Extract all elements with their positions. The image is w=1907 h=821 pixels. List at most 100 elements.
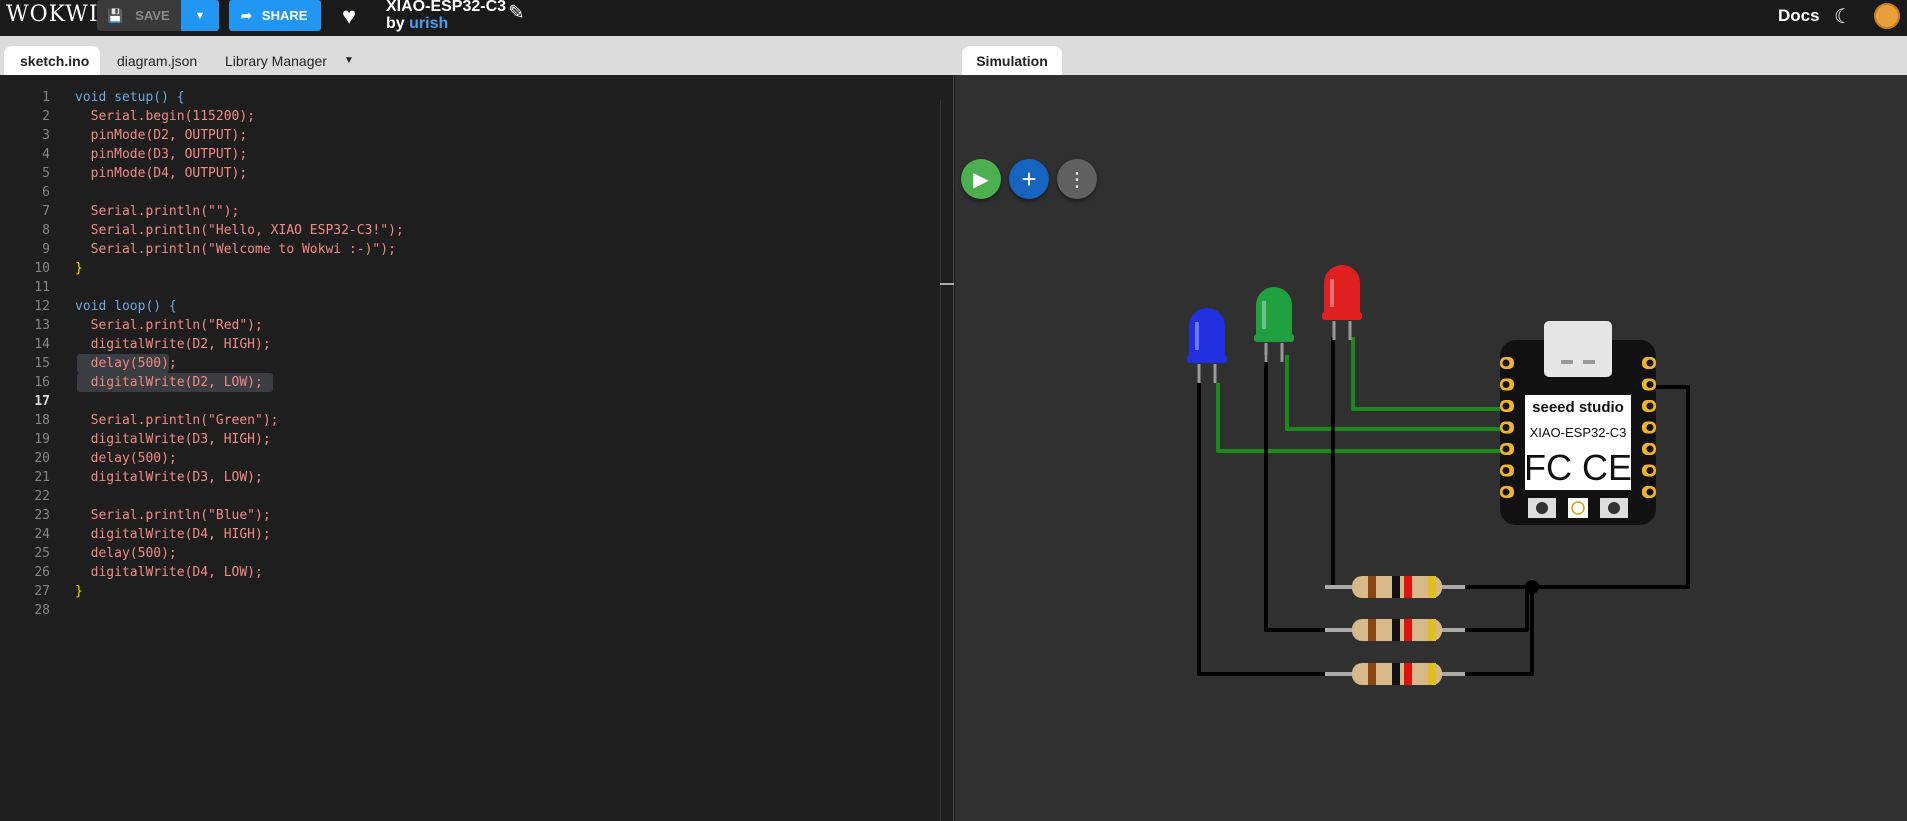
editor-scrollbar[interactable] [940,100,941,821]
line-number: 9 [42,242,50,257]
line-number: 11 [34,280,50,295]
led-blue[interactable] [1187,308,1227,383]
code-line[interactable]: 13 Serial.println("Red"); [0,316,940,335]
code-line[interactable]: 22 [0,487,940,506]
code-line[interactable]: 20 delay(500); [0,449,940,468]
caret-down-icon: ▼ [194,9,206,22]
code-line[interactable]: 5 pinMode(D4, OUTPUT); [0,164,940,183]
pencil-icon[interactable]: ✎ [508,0,525,25]
tab-simulation[interactable]: Simulation [962,46,1062,75]
code-line[interactable]: 28 [0,601,940,620]
code-line[interactable]: 8 Serial.println("Hello, XIAO ESP32-C3!"… [0,221,940,240]
line-number: 3 [42,128,50,143]
circuit-diagram: seeed studio XIAO-ESP32-C3 FC CE [1187,265,1690,685]
moon-icon[interactable]: ☾ [1834,4,1852,29]
code-line[interactable]: 26 digitalWrite(D4, LOW); [0,563,940,582]
avatar[interactable] [1874,3,1900,29]
line-number: 13 [34,318,50,333]
line-number: 21 [34,470,50,485]
code-line[interactable]: 24 digitalWrite(D4, HIGH); [0,525,940,544]
share-icon: ➦ [241,7,252,23]
tab-diagram-json[interactable]: diagram.json [101,46,213,75]
code-line[interactable]: 14 digitalWrite(D2, HIGH); [0,335,940,354]
line-number: 10 [34,261,50,276]
line-number: 20 [34,451,50,466]
code-text: void setup() { [75,90,185,105]
line-number: 2 [42,109,50,124]
line-number: 28 [34,603,50,618]
line-number: 5 [42,166,50,181]
line-number: 1 [42,90,50,105]
code-line[interactable]: 6 [0,183,940,202]
share-label: SHARE [261,8,308,23]
code-line[interactable]: 10} [0,259,940,278]
project-title: XIAO-ESP32-C3 [386,0,507,15]
line-number: 6 [42,185,50,200]
line-number: 23 [34,508,50,523]
code-text: void loop() { [75,299,177,314]
share-button[interactable]: ➦ SHARE [229,0,321,31]
xiao-esp32-c3-board: seeed studio XIAO-ESP32-C3 FC CE [1500,321,1656,525]
code-line[interactable]: 7 Serial.println(""); [0,202,940,221]
code-line[interactable]: 23 Serial.println("Blue"); [0,506,940,525]
code-line[interactable]: 12 void loop() { [0,297,940,316]
led-green[interactable] [1254,287,1294,362]
code-line[interactable]: 18 Serial.println("Green"); [0,411,940,430]
scrollbar-thumb[interactable] [940,283,954,285]
line-number: 14 [34,337,50,352]
simulation-panel[interactable]: ▶ + ⋮ seeed studio XIAO-ESP32-C3 FC CE [955,75,1907,821]
code-line[interactable]: 19 digitalWrite(D3, HIGH); [0,430,940,449]
by-label: by [386,15,405,32]
wire-green-signal [1285,355,1508,431]
line-number: 19 [34,432,50,447]
code-line[interactable]: 16 digitalWrite(D2, LOW); [0,373,940,392]
wire-red-signal [1351,337,1508,411]
code-line[interactable]: 15 delay(500); [0,354,940,373]
editor-tabs: sketch.ino diagram.json Library Manager … [0,36,954,75]
code-text: digitalWrite(D2, LOW); [75,375,263,390]
code-text: digitalWrite(D3, LOW); [75,470,263,485]
line-number: 24 [34,527,50,542]
code-text: Serial.begin(115200); [75,109,256,124]
code-text: pinMode(D4, OUTPUT); [75,166,248,181]
led-red[interactable] [1322,265,1362,340]
line-number: 26 [34,565,50,580]
code-text: Serial.println("Welcome to Wokwi :-)"); [75,242,396,257]
code-line[interactable]: 27} [0,582,940,601]
tab-sketch-ino[interactable]: sketch.ino [4,46,100,75]
docs-link[interactable]: Docs [1778,6,1820,26]
line-number: 22 [34,489,50,504]
resistor[interactable] [1325,619,1465,641]
resistor[interactable] [1325,663,1465,685]
line-number: 4 [42,147,50,162]
code-line[interactable]: 21 digitalWrite(D3, LOW); [0,468,940,487]
board-model: XIAO-ESP32-C3 [1530,425,1627,440]
save-button[interactable]: 💾 SAVE [97,0,181,31]
code-text: Serial.println("Blue"); [75,508,271,523]
heart-icon[interactable]: ♥ [342,3,356,31]
wokwi-logo[interactable]: WOKWI [6,2,99,27]
save-dropdown-button[interactable]: ▼ [181,0,219,31]
code-editor[interactable]: 1 void setup() {2 Serial.begin(115200); 3 … [0,75,954,821]
code-text: Serial.println("Hello, XIAO ESP32-C3!"); [75,223,404,238]
author-link[interactable]: urish [409,15,448,32]
code-line[interactable]: 4 pinMode(D3, OUTPUT); [0,145,940,164]
code-text: } [75,584,83,599]
top-bar: WOKWI 💾 SAVE ▼ ➦ SHARE ♥ XIAO-ESP32-C3 by … [0,0,1907,36]
code-line[interactable]: 3 pinMode(D2, OUTPUT); [0,126,940,145]
tabs-menu-caret-icon[interactable]: ▼ [328,46,370,75]
code-line[interactable]: 9 Serial.println("Welcome to Wokwi :-)")… [0,240,940,259]
code-text: pinMode(D2, OUTPUT); [75,128,248,143]
code-line[interactable]: 17 [0,392,940,411]
resistor[interactable] [1325,576,1465,598]
tab-library-manager[interactable]: Library Manager [209,46,343,75]
code-text: digitalWrite(D4, LOW); [75,565,263,580]
code-line[interactable]: 11 [0,278,940,297]
code-text: digitalWrite(D3, HIGH); [75,432,271,447]
code-line[interactable]: 25 delay(500); [0,544,940,563]
code-line[interactable]: 2 Serial.begin(115200); [0,107,940,126]
code-line[interactable]: 1 void setup() { [0,88,940,107]
junction-dot [1525,580,1539,594]
code-text: pinMode(D3, OUTPUT); [75,147,248,162]
code-text: delay(500); [75,451,177,466]
